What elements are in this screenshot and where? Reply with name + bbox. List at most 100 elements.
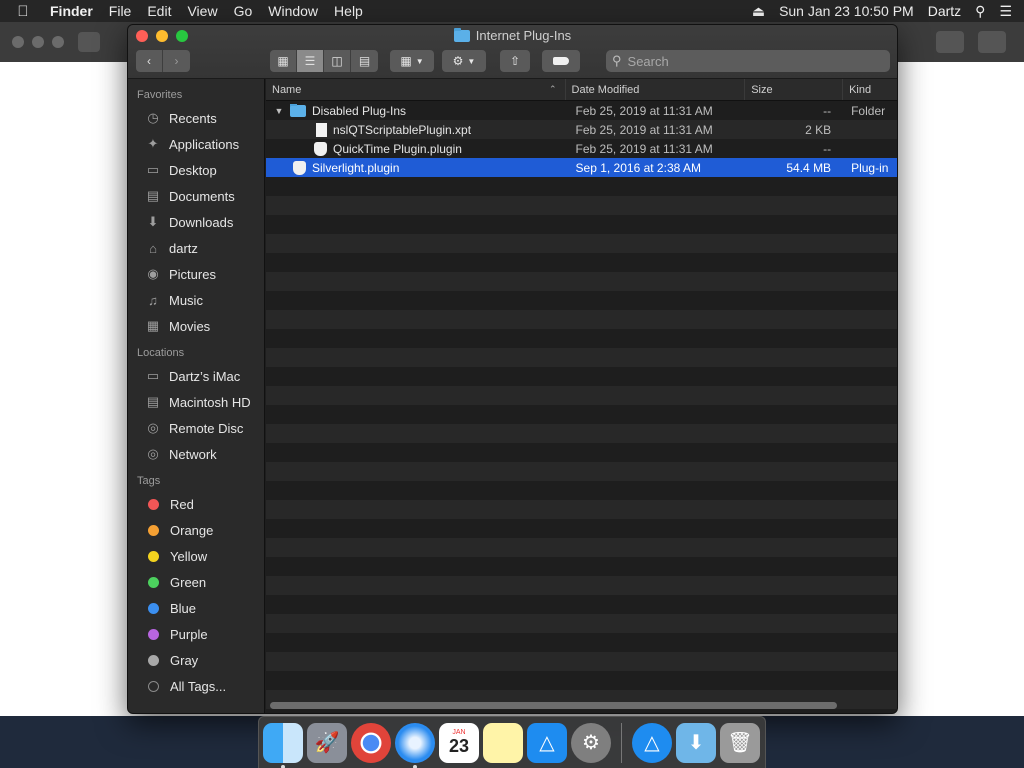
sidebar-tag-yellow[interactable]: Yellow	[128, 543, 264, 569]
sidebar: Favorites ◷ Recents ✦ Applications ▭ Des…	[128, 79, 265, 713]
menu-edit[interactable]: Edit	[139, 3, 179, 19]
row-size: --	[823, 141, 832, 156]
tag-dot-icon	[148, 628, 159, 640]
sidebar-item-label: Music	[169, 292, 203, 308]
bg-maximize-button[interactable]	[52, 36, 64, 48]
sidebar-item-label: Macintosh HD	[169, 394, 251, 410]
sidebar-item-home[interactable]: ⌂ dartz	[128, 235, 264, 261]
bg-share-button[interactable]	[936, 31, 964, 53]
column-header-date[interactable]: Date Modified	[566, 79, 746, 100]
dock-trash-icon[interactable]: 🗑	[720, 722, 760, 763]
sidebar-item-recents[interactable]: ◷ Recents	[128, 105, 264, 131]
table-row-selected[interactable]: Silverlight.plugin Sep 1, 2016 at 2:38 A…	[266, 158, 897, 177]
dock-finder-icon[interactable]	[263, 722, 303, 768]
sidebar-item-remote-disc[interactable]: ◎ Remote Disc	[128, 415, 264, 441]
chevron-down-icon: ▼	[415, 56, 424, 66]
table-row[interactable]: nslQTScriptablePlugin.xpt Feb 25, 2019 a…	[266, 120, 897, 139]
column-label: Name	[272, 83, 302, 96]
share-button[interactable]: ⇧	[500, 50, 530, 72]
sidebar-tag-blue[interactable]: Blue	[128, 595, 264, 621]
sidebar-item-downloads[interactable]: ⬇ Downloads	[128, 209, 264, 235]
sidebar-item-pictures[interactable]: ◉ Pictures	[128, 261, 264, 287]
tag-dot-icon	[148, 498, 159, 510]
table-row[interactable]: ▼ Disabled Plug-Ins Feb 25, 2019 at 11:3…	[266, 101, 897, 120]
group-by-button[interactable]: ▦ ▼	[390, 50, 434, 72]
action-button[interactable]: ⚙ ▼	[442, 50, 486, 72]
column-header-size[interactable]: Size	[745, 79, 844, 100]
edit-tags-button[interactable]	[542, 50, 580, 72]
sidebar-tag-gray[interactable]: Gray	[128, 647, 264, 673]
sidebar-all-tags[interactable]: All Tags...	[128, 673, 264, 699]
row-date: Feb 25, 2019 at 11:31 AM	[575, 103, 713, 118]
menu-view[interactable]: View	[179, 3, 225, 19]
dock-downloads-folder-icon[interactable]: ⬇	[676, 722, 716, 763]
icon-view-icon[interactable]: ▦	[270, 50, 297, 72]
calendar-month: JAN	[452, 728, 466, 736]
sidebar-item-macintosh-hd[interactable]: ▤ Macintosh HD	[128, 389, 264, 415]
clock-icon: ◷	[147, 110, 159, 125]
bg-close-button[interactable]	[12, 36, 24, 48]
disclosure-triangle-icon[interactable]: ▼	[274, 106, 284, 116]
sidebar-tag-orange[interactable]: Orange	[128, 517, 264, 543]
menu-file[interactable]: File	[101, 3, 140, 19]
share-icon: ⇧	[509, 54, 521, 68]
search-field[interactable]: ⚲	[606, 50, 890, 72]
tag-dot-icon	[148, 524, 159, 536]
dock-chrome-icon[interactable]	[351, 722, 391, 763]
dock-launchpad-icon[interactable]: 🚀	[307, 722, 347, 763]
tag-dot-icon	[148, 654, 159, 666]
rows-container: ▼ Disabled Plug-Ins Feb 25, 2019 at 11:3…	[266, 101, 897, 713]
sidebar-item-music[interactable]: ♫ Music	[128, 287, 264, 313]
menu-finder[interactable]: Finder	[46, 3, 101, 19]
gallery-view-icon[interactable]: ▤	[351, 50, 378, 72]
horizontal-scrollbar[interactable]	[270, 702, 837, 709]
title-bar[interactable]: Internet Plug-Ins ‹ › ▦ ☰ ◫ ▤ ▦ ▼ ⚙ ▼ ⇧ …	[128, 25, 897, 79]
back-button[interactable]: ‹	[136, 50, 163, 72]
sidebar-tag-purple[interactable]: Purple	[128, 621, 264, 647]
sidebar-item-applications[interactable]: ✦ Applications	[128, 131, 264, 157]
sidebar-item-label: Applications	[169, 136, 240, 152]
table-row[interactable]: QuickTime Plugin.plugin Feb 25, 2019 at …	[266, 139, 897, 158]
spotlight-search-icon[interactable]: ⚲	[975, 3, 985, 20]
sidebar-item-label: Green	[170, 574, 207, 590]
list-view-icon[interactable]: ☰	[297, 50, 324, 72]
menu-go[interactable]: Go	[226, 3, 261, 19]
plugin-shield-icon	[293, 160, 306, 175]
eject-icon[interactable]: ⏏	[752, 3, 765, 20]
column-header-kind[interactable]: Kind	[843, 79, 897, 100]
dock-app-store-icon[interactable]: △	[527, 722, 567, 763]
sidebar-tag-red[interactable]: Red	[128, 491, 264, 517]
sidebar-tag-green[interactable]: Green	[128, 569, 264, 595]
row-kind: Plug-in	[851, 160, 889, 175]
sidebar-item-imac[interactable]: ▭ Dartz’s iMac	[128, 363, 264, 389]
forward-button[interactable]: ›	[163, 50, 190, 72]
sidebar-item-label: dartz	[169, 240, 198, 256]
menu-help[interactable]: Help	[326, 3, 371, 19]
plugin-shield-icon	[314, 141, 327, 156]
sidebar-item-documents[interactable]: ▤ Documents	[128, 183, 264, 209]
bg-minimize-button[interactable]	[32, 36, 44, 48]
menu-window[interactable]: Window	[260, 3, 326, 19]
dock-notes-icon[interactable]	[483, 722, 523, 763]
sidebar-item-desktop[interactable]: ▭ Desktop	[128, 157, 264, 183]
row-date: Feb 25, 2019 at 11:31 AM	[575, 122, 713, 137]
dock-calendar-icon[interactable]: JAN 23	[439, 722, 479, 763]
column-header-name[interactable]: Name ⌃	[266, 79, 566, 100]
window-title-text: Internet Plug-Ins	[475, 28, 572, 43]
notification-center-icon[interactable]: ☰	[999, 3, 1012, 20]
menubar-clock[interactable]: Sun Jan 23 10:50 PM	[779, 3, 914, 19]
sidebar-item-movies[interactable]: ▦ Movies	[128, 313, 264, 339]
dock-safari-icon[interactable]	[395, 722, 435, 768]
bg-back-button[interactable]	[78, 32, 100, 52]
music-icon: ♫	[148, 292, 158, 308]
menubar-user[interactable]: Dartz	[928, 3, 961, 19]
apple-menu-icon[interactable]: 	[0, 3, 46, 20]
search-input[interactable]	[627, 53, 868, 69]
dock-app-store-downloads-icon[interactable]: △	[632, 722, 672, 763]
dock-system-preferences-icon[interactable]: ⚙	[571, 722, 611, 763]
sidebar-item-network[interactable]: ◎ Network	[128, 441, 264, 467]
bg-tabs-button[interactable]	[978, 31, 1006, 53]
dock-separator	[621, 722, 622, 763]
sidebar-item-label: Purple	[170, 626, 208, 642]
column-view-icon[interactable]: ◫	[324, 50, 351, 72]
